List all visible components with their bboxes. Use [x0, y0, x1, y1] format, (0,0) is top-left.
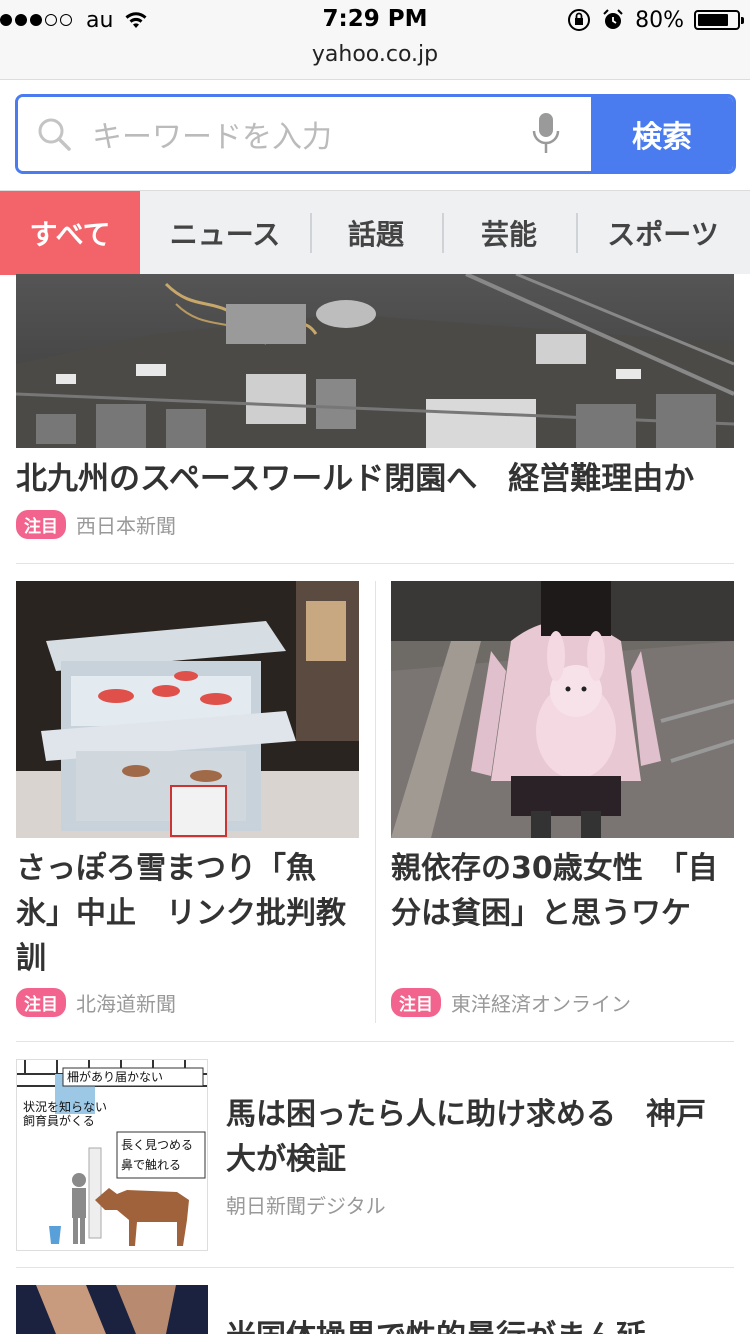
- divider: [16, 1267, 734, 1268]
- alarm-icon: [603, 9, 623, 29]
- tab-all[interactable]: すべて: [0, 191, 140, 275]
- figure-label: 状況を知らない飼育員がくる: [23, 1100, 108, 1128]
- battery-percent: 80%: [635, 7, 684, 33]
- tab-topics[interactable]: 話題: [310, 191, 442, 275]
- search-button[interactable]: 検索: [591, 97, 733, 171]
- status-bar: au 7:29 PM 80%: [0, 0, 750, 40]
- category-tabs: すべて ニュース 話題 芸能 スポーツ: [0, 190, 750, 275]
- article-title[interactable]: 馬は困ったら人に助け求める 神戸大が検証: [226, 1092, 726, 1182]
- search-input[interactable]: キーワードを入力: [18, 97, 591, 171]
- figure-label: 長く見つめる: [121, 1138, 194, 1152]
- microphone-icon[interactable]: [531, 111, 561, 155]
- search-box: キーワードを入力 検索: [15, 94, 736, 174]
- tab-news[interactable]: ニュース: [140, 191, 310, 275]
- article-meta: 注目 東洋経済オンライン: [391, 988, 631, 1017]
- divider: [16, 1041, 734, 1042]
- divider: [16, 563, 734, 564]
- article-image-woman-rabbit-backpack[interactable]: [391, 581, 734, 838]
- url-bar[interactable]: yahoo.co.jp: [0, 40, 750, 80]
- article-meta: 注目 北海道新聞: [16, 988, 176, 1017]
- article-meta: 朝日新聞デジタル: [226, 1190, 386, 1219]
- featured-badge: 注目: [16, 510, 66, 539]
- article-source: 朝日新聞デジタル: [226, 1194, 386, 1218]
- rotation-lock-icon: [568, 9, 591, 31]
- tab-entertainment[interactable]: 芸能: [442, 191, 576, 275]
- tab-sports[interactable]: スポーツ: [576, 191, 750, 275]
- article-title[interactable]: 米国体操界で性的暴行がまん延: [226, 1314, 726, 1334]
- search-icon: [38, 118, 71, 151]
- article-title[interactable]: さっぽろ雪まつり「魚氷」中止 リンク批判教訓: [16, 846, 359, 981]
- article-meta: 注目 西日本新聞: [16, 510, 176, 539]
- figure-label: 柵があり届かない: [67, 1070, 164, 1084]
- url-text: yahoo.co.jp: [311, 42, 439, 67]
- article-title[interactable]: 親依存の30歳女性 「自分は貧困」と思うワケ: [391, 846, 734, 936]
- article-title[interactable]: 北九州のスペースワールド閉園へ 経営難理由か: [16, 456, 734, 502]
- featured-badge: 注目: [391, 988, 441, 1017]
- figure-label: 鼻で触れる: [121, 1158, 182, 1172]
- article-image-spaceworld[interactable]: [16, 274, 734, 448]
- article-image-horse-diagram[interactable]: 柵があり届かない 状況を知らない飼育員がくる 長く見つめる 鼻で触れる: [16, 1059, 208, 1251]
- column-divider: [375, 581, 376, 1023]
- article-source: 西日本新聞: [76, 514, 176, 538]
- battery-icon: [694, 10, 744, 30]
- status-right: 80%: [567, 6, 744, 34]
- article-image-snow-festival[interactable]: [16, 581, 359, 838]
- article-source: 北海道新聞: [76, 992, 176, 1016]
- article-image-gymnastics[interactable]: [16, 1285, 208, 1334]
- search-placeholder: キーワードを入力: [92, 120, 332, 155]
- featured-badge: 注目: [16, 988, 66, 1017]
- article-source: 東洋経済オンライン: [451, 992, 631, 1016]
